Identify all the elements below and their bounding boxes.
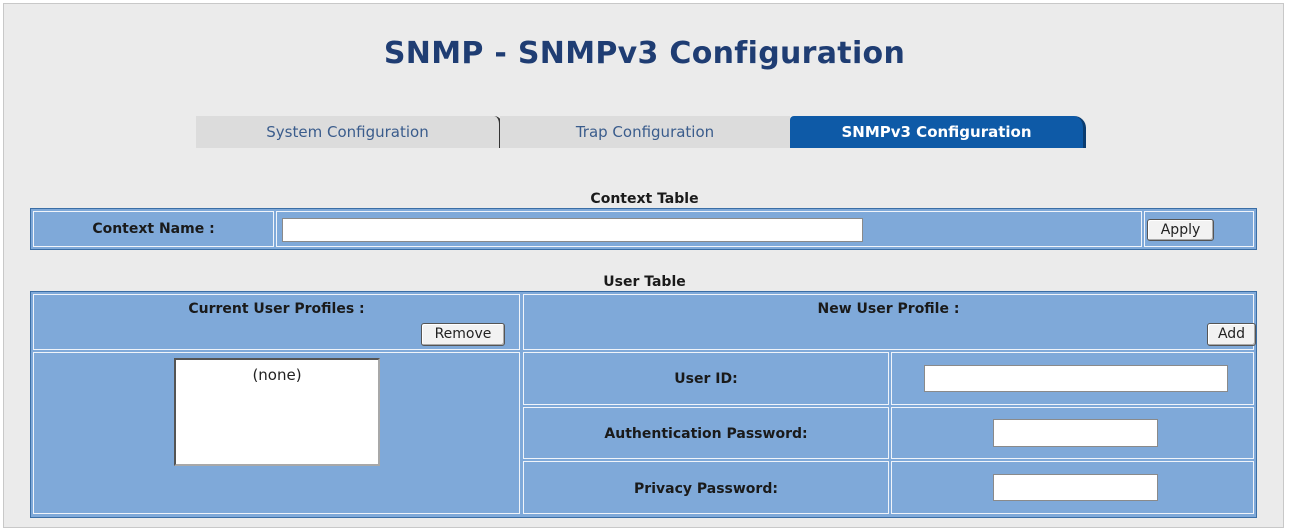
new-profile-label: New User Profile : — [817, 301, 960, 317]
tab-trap-configuration[interactable]: Trap Configuration — [500, 116, 790, 148]
auth-password-input[interactable] — [993, 419, 1158, 447]
context-table: Context Name : Apply — [30, 208, 1257, 250]
page-title: SNMP - SNMPv3 Configuration — [383, 36, 906, 71]
privacy-password-input[interactable] — [993, 474, 1158, 501]
apply-button[interactable]: Apply — [1147, 219, 1214, 241]
list-item[interactable]: (none) — [176, 366, 378, 384]
tab-system-configuration[interactable]: System Configuration — [196, 116, 502, 148]
context-name-input[interactable] — [282, 218, 863, 242]
context-name-label: Context Name : — [92, 221, 215, 237]
user-profiles-listbox[interactable]: (none) — [174, 358, 380, 466]
user-table: Current User Profiles : Remove New User … — [30, 291, 1257, 518]
add-button[interactable]: Add — [1207, 323, 1256, 346]
user-table-heading: User Table — [603, 274, 686, 290]
privacy-password-label: Privacy Password: — [634, 481, 778, 497]
current-profiles-label: Current User Profiles : — [188, 301, 365, 317]
user-id-label: User ID: — [674, 371, 738, 387]
auth-password-label: Authentication Password: — [604, 426, 808, 442]
context-table-heading: Context Table — [590, 191, 699, 207]
remove-button[interactable]: Remove — [421, 323, 505, 346]
user-id-input[interactable] — [924, 365, 1228, 392]
tab-snmpv3-configuration[interactable]: SNMPv3 Configuration — [790, 116, 1086, 148]
